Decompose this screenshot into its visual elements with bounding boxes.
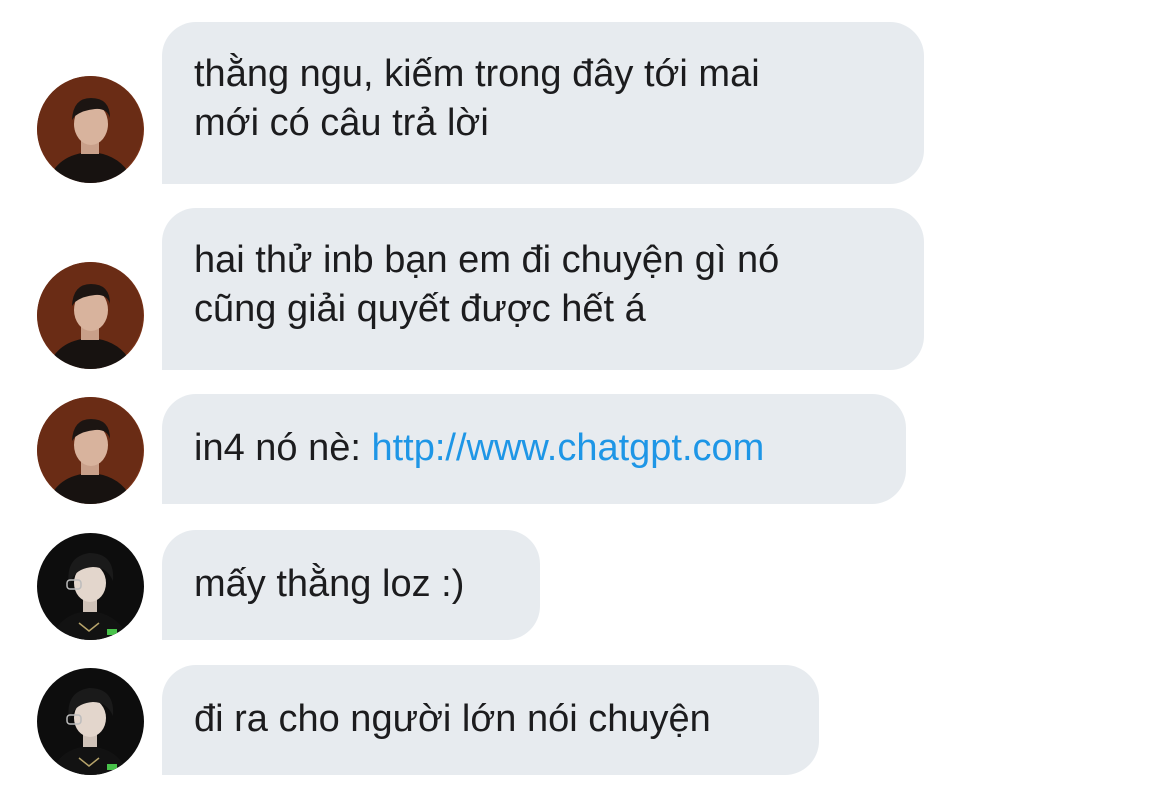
message-text: mới có câu trả lời [194,102,489,144]
message-text: hai thử inb bạn em đi chuyện gì nó [194,239,780,281]
message-bubble[interactable]: đi ra cho người lớn nói chuyện [162,665,819,775]
avatar-friend-1[interactable] [37,397,144,504]
message-text: thằng ngu, kiếm trong đây tới mai [194,53,760,95]
avatar-friend-1[interactable] [37,262,144,369]
message-bubble[interactable]: thằng ngu, kiếm trong đây tới mai mới có… [162,22,924,184]
message-text: in4 nó nè: [194,427,372,469]
avatar-friend-2[interactable] [37,668,144,775]
message-bubble[interactable]: hai thử inb bạn em đi chuyện gì nó cũng … [162,208,924,370]
message-text: đi ra cho người lớn nói chuyện [194,698,711,740]
message-bubble[interactable]: mấy thằng loz :) [162,530,540,640]
message-text: cũng giải quyết được hết á [194,288,646,330]
message-bubble[interactable]: in4 nó nè: http://www.chatgpt.com [162,394,906,504]
avatar-friend-2[interactable] [37,533,144,640]
message-link[interactable]: http://www.chatgpt.com [371,427,764,469]
message-text: mấy thằng loz :) [194,563,465,605]
avatar-friend-1[interactable] [37,76,144,183]
